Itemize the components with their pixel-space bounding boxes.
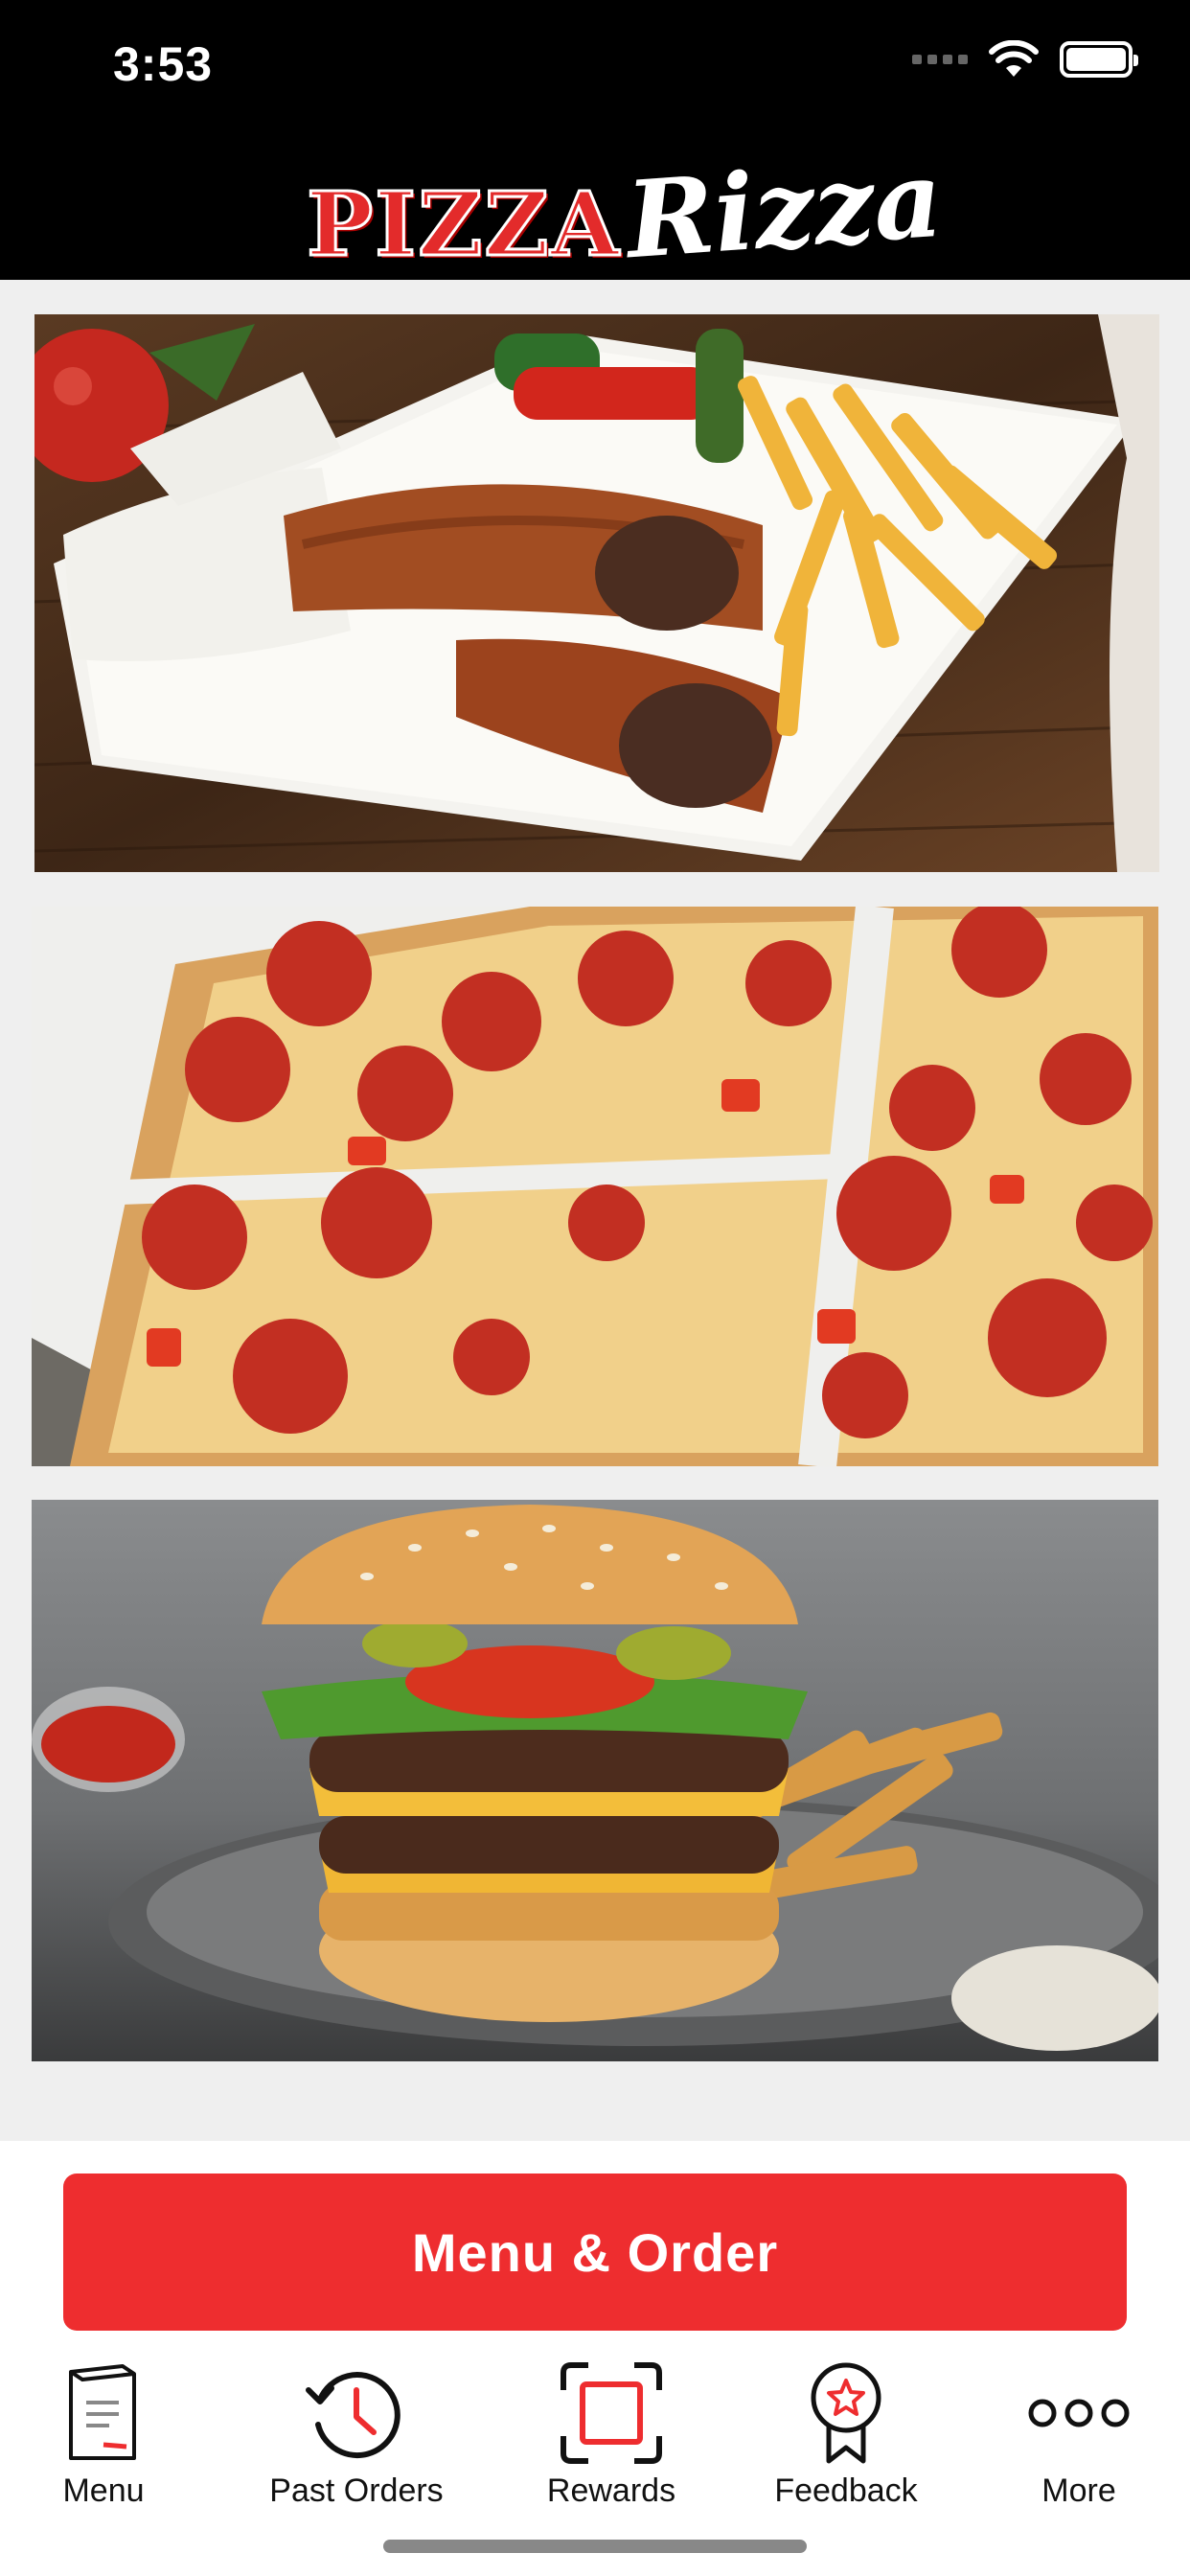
tab-bar: Menu Past Orders Rewards Feedback More <box>0 2358 1190 2520</box>
history-clock-icon <box>306 2372 400 2459</box>
header: 3:53 PIZZA Rizza <box>0 0 1190 283</box>
tab-more[interactable]: More <box>973 2358 1184 2520</box>
tab-feedback[interactable]: Feedback <box>741 2358 951 2520</box>
food-image-double-cheeseburger[interactable] <box>32 1500 1158 2061</box>
menu-book-icon <box>69 2364 136 2460</box>
status-time: 3:53 <box>113 37 214 91</box>
brand-logo: PIZZA Rizza <box>306 137 947 283</box>
tab-more-label: More <box>1041 2472 1116 2509</box>
status-icons <box>912 40 1138 79</box>
food-image-pepperoni-pizza[interactable] <box>32 907 1158 1466</box>
tab-rewards-label: Rewards <box>546 2472 676 2509</box>
tab-menu-label: Menu <box>62 2472 145 2509</box>
more-dots-icon <box>1028 2399 1130 2427</box>
tab-feedback-label: Feedback <box>774 2472 918 2509</box>
bottom-panel: Menu & Order Menu Past Orders Rewards Fe… <box>0 2141 1190 2576</box>
battery-icon <box>1060 41 1138 78</box>
tab-rewards[interactable]: Rewards <box>506 2358 717 2520</box>
scan-frame-icon <box>561 2362 662 2464</box>
food-image-wrap-and-fries[interactable] <box>34 314 1159 872</box>
tab-past-orders[interactable]: Past Orders <box>251 2358 462 2520</box>
logo-pizza-text: PIZZA <box>306 172 621 276</box>
wifi-icon <box>989 40 1039 77</box>
logo-rizza-text: Rizza <box>622 136 947 283</box>
award-star-icon <box>811 2362 881 2464</box>
tab-past-orders-label: Past Orders <box>269 2472 444 2509</box>
home-indicator[interactable] <box>383 2540 807 2553</box>
menu-and-order-button[interactable]: Menu & Order <box>63 2174 1127 2331</box>
cellular-signal-icon <box>912 55 968 64</box>
tab-menu[interactable]: Menu <box>0 2358 209 2520</box>
